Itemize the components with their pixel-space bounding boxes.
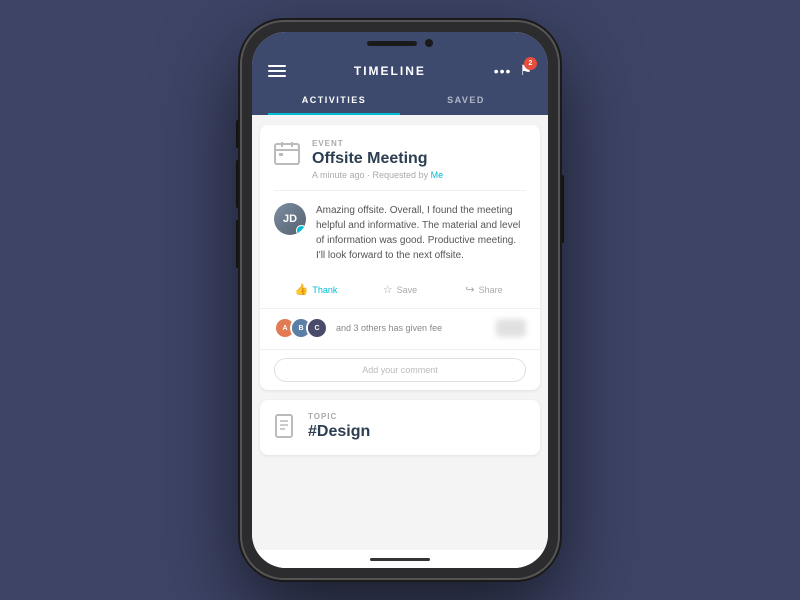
avatar-group: A B C xyxy=(274,317,328,339)
header-row: TIMELINE ••• ⚑ 2 xyxy=(268,62,532,87)
phone-top-bar xyxy=(252,32,548,54)
thank-label: Thank xyxy=(312,285,337,295)
save-button[interactable]: ☆ Save xyxy=(358,283,442,296)
menu-button[interactable] xyxy=(268,65,286,77)
comment-section: JD ✓ Amazing offsite. Overall, I found t… xyxy=(260,191,540,275)
topic-icon xyxy=(274,414,298,438)
feedback-row: A B C and 3 others has given fee xyxy=(260,308,540,349)
verified-badge: ✓ xyxy=(296,225,306,235)
event-card: EVENT Offsite Meeting A minute ago · Req… xyxy=(260,125,540,390)
topic-details: TOPIC #Design xyxy=(308,412,370,443)
share-label: Share xyxy=(479,285,503,295)
thank-icon: 👍 xyxy=(295,283,309,296)
avatar-small-3: C xyxy=(306,317,328,339)
phone-frame: TIMELINE ••• ⚑ 2 ACTIVITIES SAVED xyxy=(240,20,560,580)
share-icon: ↪ xyxy=(465,283,474,296)
comment-text: Amazing offsite. Overall, I found the me… xyxy=(316,203,526,263)
event-meta-text: A minute ago · Requested by xyxy=(312,170,431,180)
action-row: 👍 Thank ☆ Save ↪ Share xyxy=(260,275,540,308)
home-indicator xyxy=(252,550,548,568)
tab-activities[interactable]: ACTIVITIES xyxy=(268,87,400,115)
event-type-label: EVENT xyxy=(312,139,443,148)
header-right: ••• ⚑ 2 xyxy=(494,62,532,79)
content-area: EVENT Offsite Meeting A minute ago · Req… xyxy=(252,115,548,550)
event-details: EVENT Offsite Meeting A minute ago · Req… xyxy=(312,139,443,180)
topic-card: TOPIC #Design xyxy=(260,400,540,455)
notification-badge: 2 xyxy=(524,57,537,70)
topic-section: TOPIC #Design xyxy=(260,400,540,455)
menu-line-2 xyxy=(268,70,286,72)
share-button[interactable]: ↪ Share xyxy=(442,283,526,296)
phone-speaker xyxy=(367,41,417,46)
calendar-icon xyxy=(274,141,302,165)
avatar-small-image-3: C xyxy=(308,319,326,337)
topic-title: #Design xyxy=(308,423,370,441)
app-header: TIMELINE ••• ⚑ 2 ACTIVITIES SAVED xyxy=(252,54,548,115)
event-header-section: EVENT Offsite Meeting A minute ago · Req… xyxy=(260,125,540,190)
phone-screen: TIMELINE ••• ⚑ 2 ACTIVITIES SAVED xyxy=(252,32,548,568)
avatar: JD ✓ xyxy=(274,203,306,235)
event-meta-link[interactable]: Me xyxy=(431,170,444,180)
notification-icon[interactable]: ⚑ 2 xyxy=(519,62,532,79)
feedback-text: and 3 others has given fee xyxy=(336,323,488,333)
event-meta: A minute ago · Requested by Me xyxy=(312,170,443,180)
menu-line-3 xyxy=(268,75,286,77)
comment-input[interactable]: Add your comment xyxy=(274,358,526,382)
save-label: Save xyxy=(397,285,418,295)
topic-type-label: TOPIC xyxy=(308,412,370,421)
event-title: Offsite Meeting xyxy=(312,150,443,168)
home-bar xyxy=(370,558,430,561)
tabs-bar: ACTIVITIES SAVED xyxy=(268,87,532,115)
feedback-blur-overlay xyxy=(496,319,526,337)
comment-input-row: Add your comment xyxy=(260,349,540,390)
menu-line-1 xyxy=(268,65,286,67)
thank-button[interactable]: 👍 Thank xyxy=(274,283,358,296)
star-icon: ☆ xyxy=(383,283,393,296)
more-options-icon[interactable]: ••• xyxy=(494,63,512,79)
side-button-power xyxy=(560,175,564,243)
tab-saved[interactable]: SAVED xyxy=(400,87,532,115)
header-title: TIMELINE xyxy=(354,64,426,78)
phone-camera xyxy=(425,39,433,47)
